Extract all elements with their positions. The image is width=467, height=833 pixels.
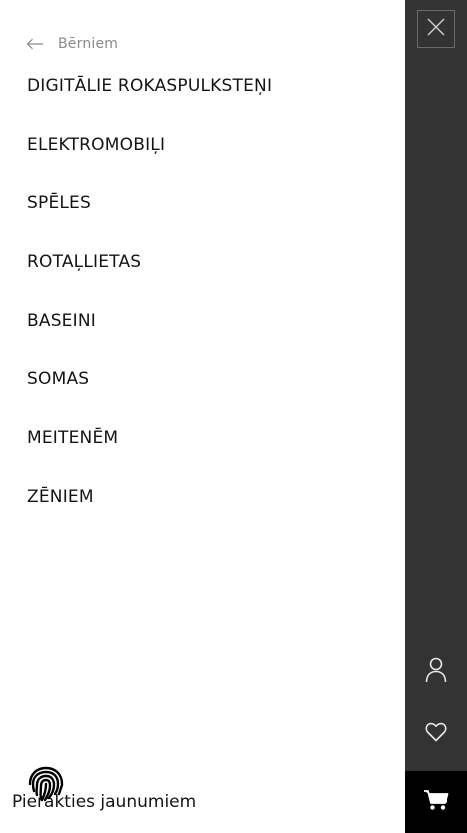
menu-item-girls[interactable]: MEITENĒM (27, 428, 272, 487)
cart-button[interactable] (405, 771, 467, 833)
user-icon (425, 657, 447, 687)
back-link[interactable]: Bērniem (26, 33, 118, 55)
menu-item-bags[interactable]: SOMAS (27, 369, 272, 428)
close-button[interactable] (417, 10, 455, 48)
back-label: Bērniem (58, 36, 119, 52)
menu-item-electric-cars[interactable]: ELEKTROMOBIĻI (27, 135, 272, 194)
close-icon (427, 18, 445, 40)
cart-icon (423, 789, 449, 815)
menu-item-toys[interactable]: ROTAĻLIETAS (27, 252, 272, 311)
side-rail (405, 0, 467, 833)
menu-panel: Bērniem DIGITĀLIE ROKASPULKSTEŅI ELEKTRO… (0, 0, 405, 833)
menu-item-boys[interactable]: ZĒNIEM (27, 487, 272, 546)
arrow-left-icon (26, 38, 44, 50)
menu-item-digital-watches[interactable]: DIGITĀLIE ROKASPULKSTEŅI (27, 76, 272, 135)
heart-icon (425, 722, 447, 746)
menu-item-games[interactable]: SPĒLES (27, 193, 272, 252)
menu-item-pools[interactable]: BASEINI (27, 311, 272, 370)
fingerprint-icon[interactable] (24, 764, 68, 808)
wishlist-button[interactable] (405, 714, 467, 754)
account-button[interactable] (405, 652, 467, 692)
category-menu: DIGITĀLIE ROKASPULKSTEŅI ELEKTROMOBIĻI S… (27, 76, 272, 546)
